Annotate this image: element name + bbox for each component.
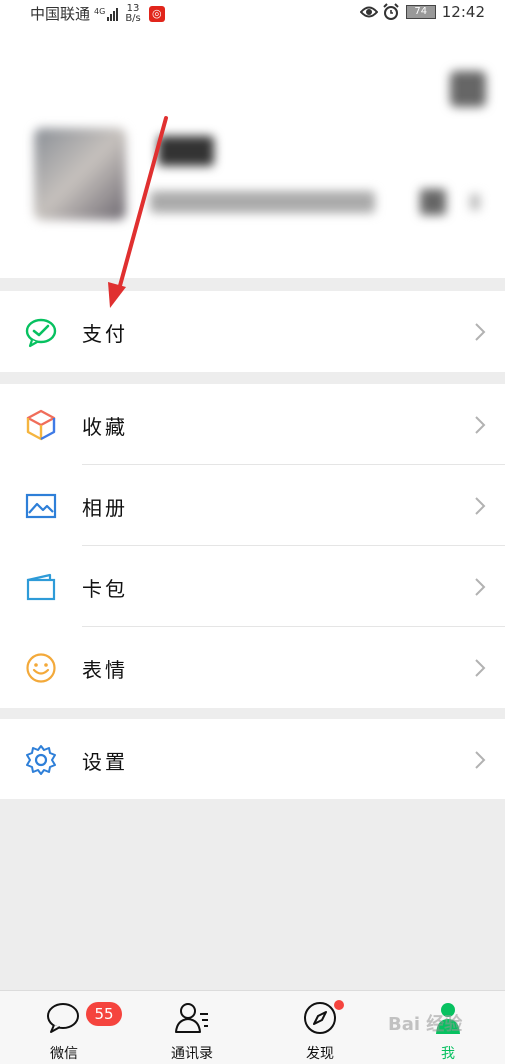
compass-icon [304,1002,336,1034]
profile-header[interactable] [0,26,505,278]
network-speed: 13 B/s [125,3,141,24]
menu-item-label: 卡包 [82,577,128,601]
menu-item-settings[interactable]: 设置 [0,719,505,799]
smiley-icon [26,653,56,683]
network-type: 4G [94,6,106,16]
status-bar: 中国联通 4G 13 B/s ◎ 74 12:42 [0,0,505,26]
chat-bubble-icon [47,1003,79,1033]
signal-icon: 4G [94,7,119,21]
unread-badge: 55 [86,1002,122,1026]
tab-chats[interactable]: 55 微信 [14,991,122,1064]
menu-item-label: 设置 [82,750,128,774]
network-speed-unit: B/s [125,12,141,24]
gear-icon [26,745,56,775]
tab-discover[interactable]: 发现 [270,991,370,1064]
picture-icon [25,493,57,519]
chevron-right-icon [475,751,486,769]
baidu-jingyan-watermark: Bai 经验 [388,1014,463,1035]
menu-item-stickers[interactable]: 表情 [0,627,505,708]
menu-item-cards[interactable]: 卡包 [0,546,505,627]
menu-item-label: 相册 [82,496,128,520]
menu-item-label: 表情 [82,658,128,682]
chevron-right-icon [475,497,486,515]
clock: 12:42 [441,3,485,21]
netease-music-icon: ◎ [148,5,165,22]
chevron-right-icon [475,578,486,596]
alarm-icon [383,3,399,20]
tab-label: 微信 [50,1046,78,1062]
tab-label: 通讯录 [171,1046,213,1062]
new-indicator-dot [334,1000,344,1010]
battery-icon: 74 [405,5,436,19]
profile-nickname [158,136,214,166]
menu-item-label: 支付 [82,322,128,346]
menu-item-pay[interactable]: 支付 [0,291,505,372]
contacts-icon [175,1003,208,1033]
tab-contacts[interactable]: 通讯录 [142,991,242,1064]
menu-item-album[interactable]: 相册 [0,465,505,546]
avatar[interactable] [34,128,126,220]
chevron-right-icon [470,194,480,210]
tab-label: 我 [441,1046,455,1062]
cube-icon [26,409,56,441]
wechat-pay-icon [25,318,57,348]
tab-label: 发现 [306,1046,334,1062]
eye-icon [359,6,378,18]
chevron-right-icon [475,416,486,434]
profile-wechat-id [150,191,375,213]
qr-code-icon[interactable] [420,189,446,215]
chevron-right-icon [475,323,486,341]
menu-item-label: 收藏 [82,415,128,439]
camera-icon[interactable] [450,71,486,107]
chevron-right-icon [475,659,486,677]
carrier-name: 中国联通 [30,5,91,23]
menu-item-favorites[interactable]: 收藏 [0,384,505,465]
wallet-card-icon [26,573,56,601]
